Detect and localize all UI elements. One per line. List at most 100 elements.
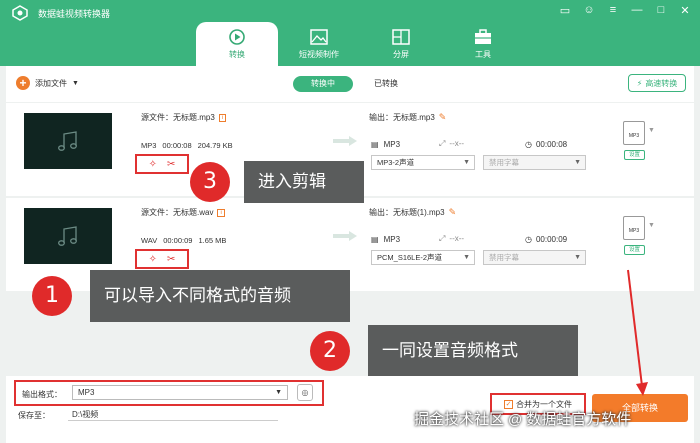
output-resolution: ⤢ --x-- xyxy=(439,139,525,149)
output-file: 输出：无标题(1).mp3 ✎ xyxy=(369,207,456,218)
tab-convert[interactable]: 转换 xyxy=(196,22,278,66)
tab-short-video[interactable]: 短视频制作 xyxy=(278,22,360,66)
callout-format: 2 一同设置音频格式 xyxy=(310,325,578,377)
output-file-name: 输出：无标题.mp3 xyxy=(369,113,435,122)
output-format: ▤ MP3 xyxy=(371,235,439,244)
source-size: 1.65 MB xyxy=(198,236,227,245)
output-resolution: ⤢ --x-- xyxy=(439,234,525,244)
toolbar: + 添加文件 ▼ 转换中 已转换 ⚡ 高速转换 xyxy=(6,66,694,102)
tab-label: 短视频制作 xyxy=(299,50,339,59)
output-info: ▤ MP3 ⤢ --x-- ◷ 00:00:09 xyxy=(371,234,626,244)
maximize-icon[interactable]: □ xyxy=(654,4,668,17)
format-settings-button[interactable]: 设置 xyxy=(624,150,645,160)
source-file: 源文件：无标题.mp3 i xyxy=(141,112,227,123)
subtitle-value: 禁用字幕 xyxy=(489,158,519,167)
chevron-down-icon[interactable]: ▼ xyxy=(648,127,655,134)
clock-icon: ◷ xyxy=(525,234,532,244)
output-format-row: 输出格式： MP3 ▼ ◎ xyxy=(14,380,324,406)
resize-icon: ⤢ xyxy=(439,234,446,243)
chevron-down-icon: ▼ xyxy=(574,159,581,166)
subtitle-select[interactable]: 禁用字幕 ▼ xyxy=(483,155,586,170)
source-meta: MP3 00:00:08 204.79 KB xyxy=(141,141,233,150)
film-icon: ▤ xyxy=(371,139,379,149)
feedback-icon[interactable]: ☺ xyxy=(582,4,596,17)
audio-thumbnail[interactable] xyxy=(24,113,112,169)
subtitle-value: 禁用字幕 xyxy=(489,253,519,262)
audio-channel-select[interactable]: PCM_S16LE-2声道 ▼ xyxy=(371,250,475,265)
close-icon[interactable]: ✕ xyxy=(678,4,692,17)
toolbox-icon xyxy=(473,28,493,46)
minimize-icon[interactable]: — xyxy=(630,4,644,17)
source-format: MP3 xyxy=(141,141,157,150)
format-badge: MP3 xyxy=(628,228,640,234)
source-meta: WAV 00:00:09 1.65 MB xyxy=(141,236,226,245)
source-duration: 00:00:08 xyxy=(162,141,192,150)
chevron-down-icon[interactable]: ▼ xyxy=(72,80,79,87)
resize-icon: ⤢ xyxy=(439,139,446,148)
app-title: 数据蛙视频转换器 xyxy=(38,9,111,19)
output-format-value: MP3 xyxy=(383,234,401,244)
output-duration-value: 00:00:09 xyxy=(535,234,568,244)
source-file-name: 源文件：无标题.mp3 xyxy=(141,113,215,122)
scissors-icon[interactable]: ✂ xyxy=(167,159,175,170)
tab-converting[interactable]: 转换中 xyxy=(293,76,353,92)
save-to-label: 保存至： xyxy=(18,411,50,420)
source-file: 源文件：无标题.wav i xyxy=(141,207,225,218)
step-badge: 2 xyxy=(310,331,350,371)
info-icon[interactable]: i xyxy=(217,208,225,217)
tab-tools[interactable]: 工具 xyxy=(442,22,524,66)
output-file-name: 输出：无标题(1).mp3 xyxy=(369,208,445,217)
output-resolution-value: --x-- xyxy=(449,139,465,148)
more-icon[interactable]: ≡ xyxy=(606,4,620,17)
audio-channel-select[interactable]: MP3-2声道 ▼ xyxy=(371,155,475,170)
magic-wand-icon[interactable]: ✧ xyxy=(149,159,157,170)
menu-icon[interactable]: ▭ xyxy=(558,4,572,17)
callout-import: 1 可以导入不同格式的音频 xyxy=(32,270,350,322)
output-info: ▤ MP3 ⤢ --x-- ◷ 00:00:08 xyxy=(371,139,626,149)
format-settings-button[interactable]: 设置 xyxy=(624,245,645,255)
chevron-down-icon[interactable]: ▼ xyxy=(648,222,655,229)
pencil-icon[interactable]: ✎ xyxy=(439,112,447,123)
output-duration: ◷ 00:00:09 xyxy=(525,235,567,244)
watermark-right: 数据蛙官方软件 xyxy=(526,411,632,428)
watermark-at: @ xyxy=(508,410,523,427)
add-file-label: 添加文件 xyxy=(35,78,67,88)
arrow-right-icon xyxy=(333,136,357,146)
info-icon[interactable]: i xyxy=(218,113,227,122)
lightning-icon: ⚡ xyxy=(636,78,643,88)
subtitle-select[interactable]: 禁用字幕 ▼ xyxy=(483,250,586,265)
add-file-button[interactable]: + 添加文件 ▼ xyxy=(16,76,79,90)
callout-edit: 3 进入剪辑 xyxy=(190,161,364,203)
channel-value: PCM_S16LE-2声道 xyxy=(377,253,443,262)
step-badge: 3 xyxy=(190,162,230,202)
format-settings-icon[interactable]: ◎ xyxy=(297,384,313,401)
chevron-down-icon: ▼ xyxy=(275,389,282,396)
output-format-label: 输出格式： xyxy=(22,390,62,399)
tab-converted[interactable]: 已转换 xyxy=(366,76,406,92)
music-note-icon xyxy=(58,131,77,151)
tab-label: 转换 xyxy=(229,50,245,59)
source-duration: 00:00:09 xyxy=(163,236,193,245)
mp3-format-icon[interactable]: MP3 xyxy=(623,121,645,145)
magic-wand-icon[interactable]: ✧ xyxy=(149,254,157,265)
channel-value: MP3-2声道 xyxy=(377,158,415,167)
fast-convert-label: 高速转换 xyxy=(645,78,678,88)
source-size: 204.79 KB xyxy=(197,141,233,150)
pencil-icon[interactable]: ✎ xyxy=(449,207,457,218)
app-logo-icon xyxy=(12,5,28,21)
film-icon: ▤ xyxy=(371,234,379,244)
chevron-down-icon: ▼ xyxy=(574,254,581,261)
scissors-icon[interactable]: ✂ xyxy=(167,254,175,265)
image-icon xyxy=(309,28,329,46)
output-format-select[interactable]: MP3 ▼ xyxy=(72,385,288,400)
source-format: WAV xyxy=(141,236,158,245)
mp3-format-icon[interactable]: MP3 xyxy=(623,216,645,240)
callout-text: 一同设置音频格式 xyxy=(368,325,578,377)
output-format: ▤ MP3 xyxy=(371,140,439,149)
fast-convert-button[interactable]: ⚡ 高速转换 xyxy=(628,74,686,92)
save-path-select[interactable]: D:\视频 xyxy=(68,408,278,421)
tab-label: 分屏 xyxy=(393,50,409,59)
audio-thumbnail[interactable] xyxy=(24,208,112,264)
tab-split-screen[interactable]: 分屏 xyxy=(360,22,442,66)
callout-text: 进入剪辑 xyxy=(244,161,364,203)
